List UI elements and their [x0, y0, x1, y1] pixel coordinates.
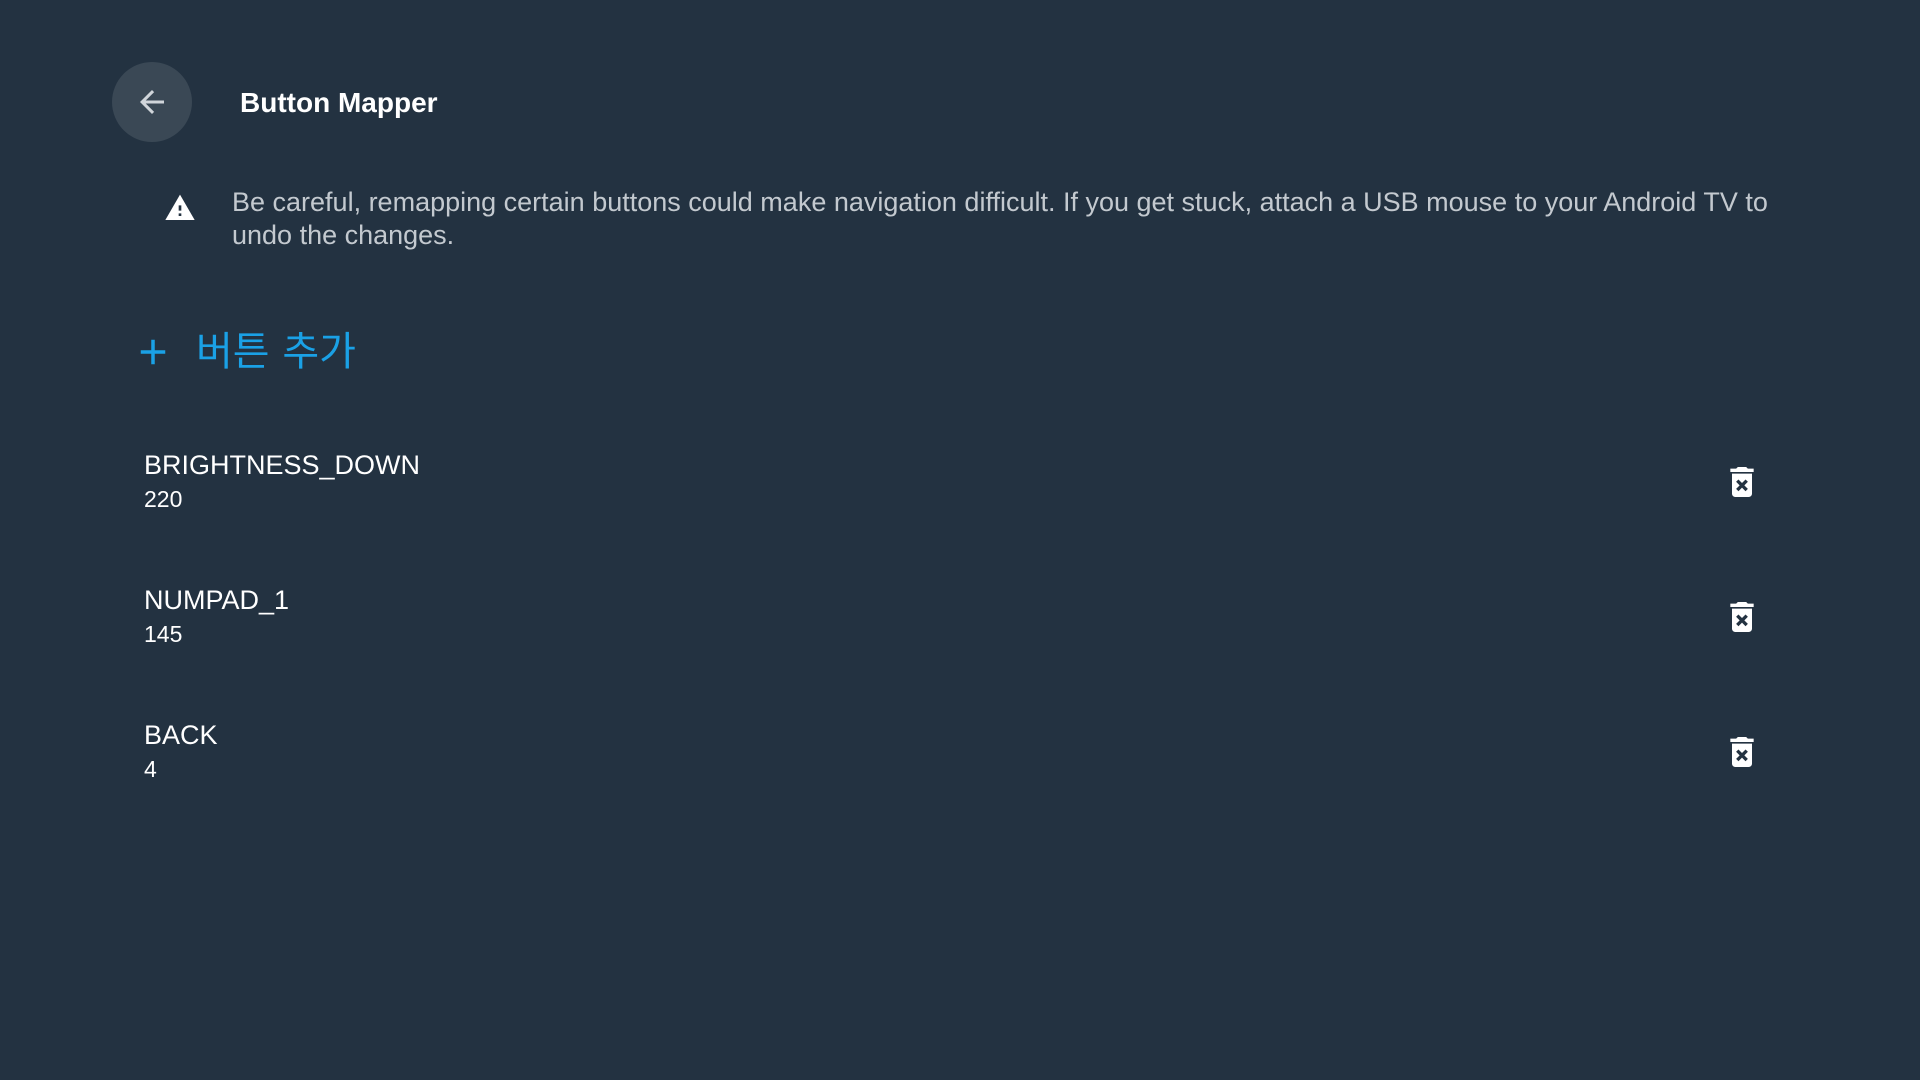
delete-forever-icon: [1730, 467, 1754, 497]
warning-banner: Be careful, remapping certain buttons co…: [164, 186, 1804, 252]
back-button[interactable]: [112, 62, 192, 142]
warning-triangle-icon: [165, 194, 195, 220]
delete-button[interactable]: [1718, 593, 1766, 641]
mapping-name: NUMPAD_1: [144, 585, 290, 615]
delete-button[interactable]: [1718, 728, 1766, 776]
mapping-code: 145: [144, 621, 183, 647]
add-button-label: 버튼 추가: [196, 329, 356, 375]
delete-forever-icon: [1730, 737, 1754, 767]
plus-icon: [140, 339, 166, 365]
add-button[interactable]: 버튼 추가: [132, 326, 356, 378]
warning-text: Be careful, remapping certain buttons co…: [232, 187, 1768, 250]
mapping-name: BRIGHTNESS_DOWN: [144, 450, 421, 480]
mapping-list: BRIGHTNESS_DOWN 220 NUMPAD_1 145 BACK 4: [0, 430, 1920, 835]
mapping-row[interactable]: NUMPAD_1 145: [0, 565, 1920, 700]
mapping-name: BACK: [144, 720, 218, 750]
delete-button[interactable]: [1718, 458, 1766, 506]
mapping-row[interactable]: BACK 4: [0, 700, 1920, 835]
page-title: Button Mapper: [240, 87, 438, 118]
delete-forever-icon: [1730, 602, 1754, 632]
arrow-left-icon: [140, 90, 164, 114]
button-mapper-screen: Button Mapper Be careful, remapping cert…: [0, 0, 1920, 1080]
mapping-code: 220: [144, 486, 183, 512]
mapping-code: 4: [144, 756, 157, 782]
mapping-row[interactable]: BRIGHTNESS_DOWN 220: [0, 430, 1920, 565]
